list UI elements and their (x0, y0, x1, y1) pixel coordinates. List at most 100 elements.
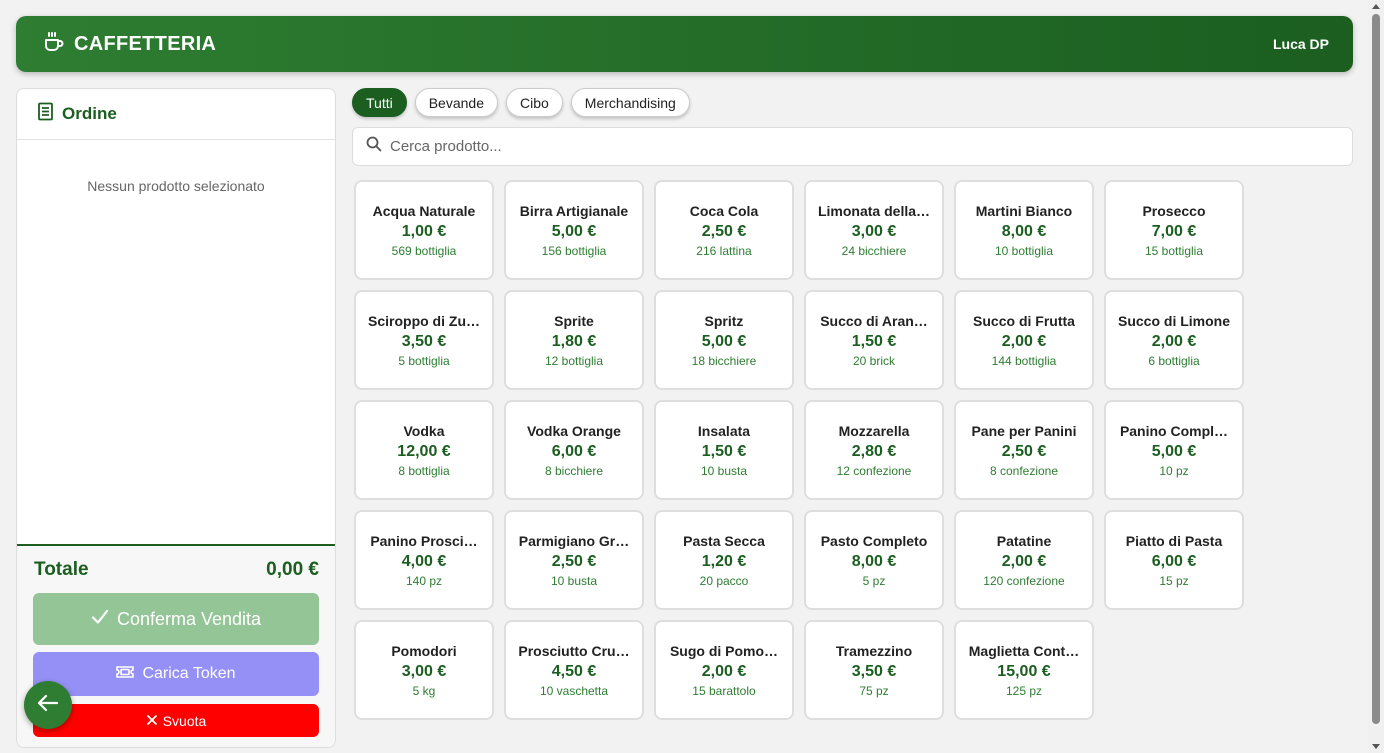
clear-order-button[interactable]: Svuota (33, 704, 319, 737)
order-header: Ordine (17, 89, 335, 140)
product-stock: 125 pz (1005, 683, 1043, 698)
ticket-icon (116, 665, 135, 684)
product-name: Panino Prosci… (370, 532, 478, 549)
product-name: Pasta Secca (683, 532, 765, 549)
product-name: Coca Cola (689, 202, 759, 219)
tab-tutti[interactable]: Tutti (352, 88, 407, 117)
product-stock: 15 pz (1159, 573, 1189, 588)
page-scrollbar[interactable] (1368, 0, 1384, 753)
product-card[interactable]: Pasta Secca 1,20 € 20 pacco (654, 510, 794, 610)
product-card[interactable]: Limonata della… 3,00 € 24 bicchiere (804, 180, 944, 280)
product-name: Acqua Naturale (372, 202, 476, 219)
coffee-cup-icon (42, 30, 66, 59)
product-name: Mozzarella (838, 422, 910, 439)
product-stock: 5 pz (862, 573, 886, 588)
search-icon (366, 136, 382, 157)
total-row: Totale 0,00 € (17, 548, 335, 592)
product-card[interactable]: Coca Cola 2,50 € 216 lattina (654, 180, 794, 280)
product-price: 15,00 € (997, 662, 1051, 680)
scroll-up-arrow[interactable] (1372, 4, 1380, 9)
product-stock: 15 bottiglia (1144, 243, 1204, 258)
product-card[interactable]: Sciroppo di Zu… 3,50 € 5 bottiglia (354, 290, 494, 390)
product-stock: 5 bottiglia (398, 353, 450, 368)
tab-merchandising[interactable]: Merchandising (570, 88, 690, 117)
product-card[interactable]: Prosecco 7,00 € 15 bottiglia (1104, 180, 1244, 280)
product-card[interactable]: Parmigiano Gr… 2,50 € 10 busta (504, 510, 644, 610)
product-card[interactable]: Sprite 1,80 € 12 bottiglia (504, 290, 644, 390)
product-name: Tramezzino (835, 642, 913, 659)
product-card[interactable]: Maglietta Cont… 15,00 € 125 pz (954, 620, 1094, 720)
product-stock: 8 bicchiere (544, 463, 604, 478)
scroll-thumb[interactable] (1372, 14, 1380, 724)
product-card[interactable]: Tramezzino 3,50 € 75 pz (804, 620, 944, 720)
product-card[interactable]: Patatine 2,00 € 120 confezione (954, 510, 1094, 610)
product-stock: 6 bottiglia (1148, 353, 1200, 368)
product-card[interactable]: Panino Compl… 5,00 € 10 pz (1104, 400, 1244, 500)
total-label: Totale (34, 559, 89, 580)
product-card[interactable]: Martini Bianco 8,00 € 10 bottiglia (954, 180, 1094, 280)
product-card[interactable]: Pane per Panini 2,50 € 8 confezione (954, 400, 1094, 500)
product-name: Vodka Orange (527, 422, 621, 439)
product-stock: 10 pz (1159, 463, 1189, 478)
product-price: 3,00 € (401, 662, 447, 680)
product-stock: 75 pz (859, 683, 889, 698)
product-card[interactable]: Pomodori 3,00 € 5 kg (354, 620, 494, 720)
order-empty-message: Nessun prodotto selezionato (87, 178, 265, 194)
confirm-sale-button[interactable]: Conferma Vendita (33, 593, 319, 645)
search-input[interactable] (390, 138, 1352, 155)
product-price: 1,00 € (401, 222, 447, 240)
product-card[interactable]: Acqua Naturale 1,00 € 569 bottiglia (354, 180, 494, 280)
load-token-button[interactable]: Carica Token (33, 652, 319, 696)
brand: CAFFETTERIA (42, 30, 216, 59)
scroll-down-arrow[interactable] (1372, 744, 1380, 749)
product-price: 4,00 € (401, 552, 447, 570)
product-price: 6,00 € (1151, 552, 1197, 570)
product-name: Sugo di Pomo… (669, 642, 779, 659)
load-token-label: Carica Token (142, 665, 236, 682)
product-card[interactable]: Piatto di Pasta 6,00 € 15 pz (1104, 510, 1244, 610)
arrow-left-icon (37, 694, 59, 717)
back-button[interactable] (24, 681, 72, 729)
product-card[interactable]: Vodka Orange 6,00 € 8 bicchiere (504, 400, 644, 500)
product-price: 5,00 € (701, 332, 747, 350)
product-card[interactable]: Mozzarella 2,80 € 12 confezione (804, 400, 944, 500)
product-price: 2,50 € (551, 552, 597, 570)
product-price: 2,50 € (701, 222, 747, 240)
product-stock: 12 bottiglia (544, 353, 604, 368)
product-stock: 12 confezione (836, 463, 912, 478)
product-price: 2,50 € (1001, 442, 1047, 460)
confirm-sale-label: Conferma Vendita (116, 608, 262, 629)
product-card[interactable]: Succo di Limone 2,00 € 6 bottiglia (1104, 290, 1244, 390)
product-card[interactable]: Vodka 12,00 € 8 bottiglia (354, 400, 494, 500)
product-price: 2,00 € (1151, 332, 1197, 350)
user-name[interactable]: Luca DP (1273, 36, 1329, 52)
product-name: Spritz (704, 312, 744, 329)
product-stock: 24 bicchiere (841, 243, 907, 258)
product-card[interactable]: Sugo di Pomo… 2,00 € 15 barattolo (654, 620, 794, 720)
product-card[interactable]: Spritz 5,00 € 18 bicchiere (654, 290, 794, 390)
product-price: 8,00 € (851, 552, 897, 570)
product-name: Maglietta Cont… (968, 642, 1080, 659)
product-card[interactable]: Insalata 1,50 € 10 busta (654, 400, 794, 500)
product-card[interactable]: Succo di Aran… 1,50 € 20 brick (804, 290, 944, 390)
product-name: Prosciutto Cru… (518, 642, 630, 659)
product-card[interactable]: Birra Artigianale 5,00 € 156 bottiglia (504, 180, 644, 280)
tab-cibo[interactable]: Cibo (506, 88, 563, 117)
checkmark-icon (91, 609, 109, 630)
product-stock: 140 pz (405, 573, 443, 588)
product-price: 7,00 € (1151, 222, 1197, 240)
product-stock: 144 bottiglia (991, 353, 1057, 368)
product-card[interactable]: Pasto Completo 8,00 € 5 pz (804, 510, 944, 610)
product-name: Limonata della… (817, 202, 931, 219)
category-tabs: Tutti Bevande Cibo Merchandising (352, 88, 690, 117)
product-stock: 216 lattina (696, 243, 752, 258)
product-stock: 5 kg (412, 683, 436, 698)
search-box (352, 127, 1353, 166)
tab-bevande[interactable]: Bevande (414, 88, 498, 117)
product-stock: 18 bicchiere (691, 353, 757, 368)
product-name: Vodka (403, 422, 445, 439)
product-card[interactable]: Succo di Frutta 2,00 € 144 bottiglia (954, 290, 1094, 390)
product-stock: 20 brick (852, 353, 896, 368)
product-card[interactable]: Prosciutto Cru… 4,50 € 10 vaschetta (504, 620, 644, 720)
product-card[interactable]: Panino Prosci… 4,00 € 140 pz (354, 510, 494, 610)
